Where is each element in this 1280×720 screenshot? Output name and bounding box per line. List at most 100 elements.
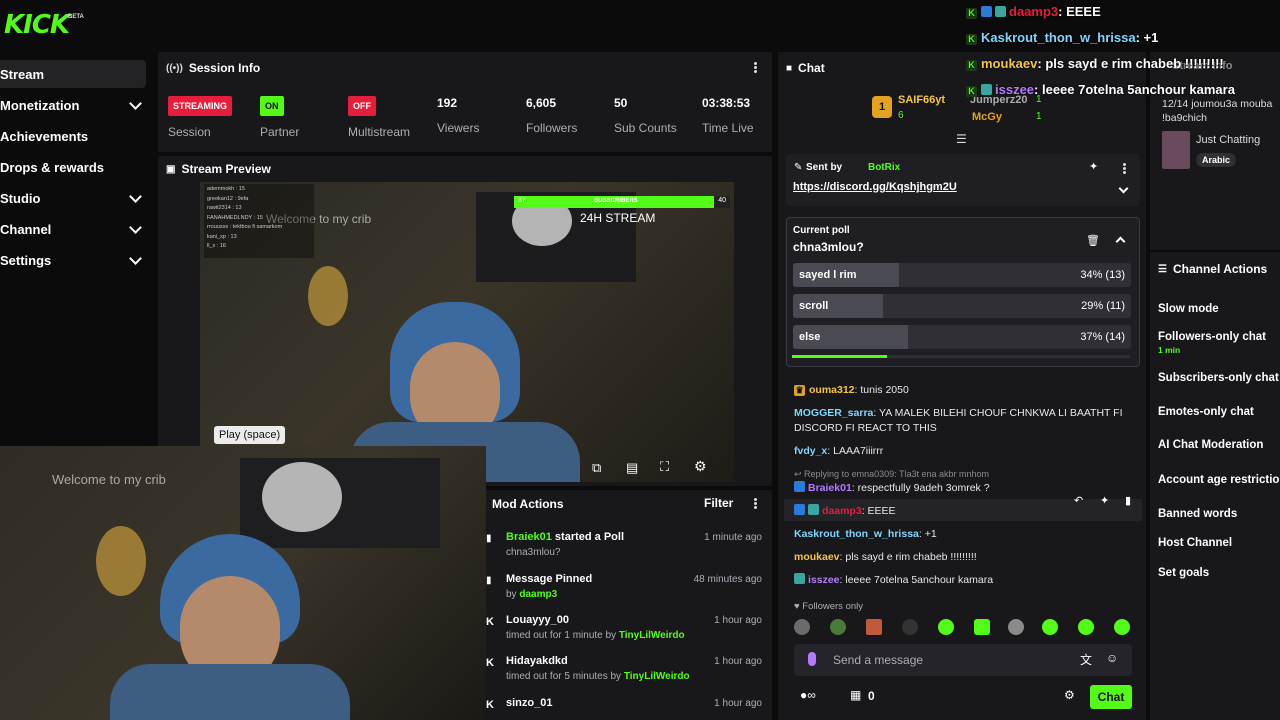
panel-title: Stream Preview (181, 162, 271, 176)
crown-badge-icon: ♛ (794, 385, 805, 396)
emote-icon[interactable] (902, 619, 918, 635)
category-name[interactable]: Just Chatting (1196, 134, 1260, 146)
pinned-user[interactable]: BotRix (868, 162, 900, 173)
account-age-restriction[interactable]: Account age restriction (1158, 474, 1280, 486)
leaderboard-user[interactable]: McGy (972, 111, 1002, 123)
pip-icon[interactable]: ⧉ (592, 460, 601, 476)
chat-input[interactable]: Send a message 文 ☺ (794, 644, 1132, 676)
emote-icon[interactable] (974, 619, 990, 635)
unpin-icon[interactable]: ✦ (1089, 160, 1098, 173)
chat-message[interactable]: isszee: leeee 7otelna 5anchour kamara (794, 573, 1139, 588)
emote-icon[interactable] (1114, 619, 1130, 635)
chat-message[interactable]: MOGGER_sarra: YA MALEK BILEHI CHOUF CHNK… (794, 406, 1139, 436)
emote-icon[interactable] (1078, 619, 1094, 635)
leaderboard-user[interactable]: SAIF66yt (898, 94, 945, 106)
chat-username[interactable]: isszee (808, 574, 840, 586)
emote-icon[interactable] (1008, 619, 1024, 635)
connections-icon[interactable]: ●∞ (800, 688, 816, 702)
stat-label: Sub Counts (614, 121, 677, 135)
mod-user[interactable]: daamp3 (519, 589, 557, 600)
mod-user[interactable]: TinyLilWeirdo (624, 671, 690, 682)
more-options-icon[interactable] (754, 62, 757, 73)
chevron-up-icon[interactable] (1115, 236, 1126, 247)
translate-icon[interactable]: 文 (1080, 651, 1092, 668)
emote-icon[interactable] (938, 619, 954, 635)
poll-timer-fill (792, 355, 887, 358)
trash-icon[interactable]: 🗑 (1086, 234, 1100, 247)
filter-button[interactable]: Filter (704, 496, 733, 510)
chat-username[interactable]: fvdy_x (794, 445, 827, 457)
chat-message[interactable]: fvdy_x: LAAA7iiirrr (794, 444, 1139, 459)
mod-action-text: sinzo_01 (506, 697, 553, 709)
emote-icon[interactable] (1042, 619, 1058, 635)
followers-only-label: Followers only (802, 601, 863, 612)
leaderboard-toggle-icon[interactable]: ☰ (956, 132, 967, 146)
sidebar-item-achievements[interactable]: Achievements (0, 122, 146, 150)
theater-icon[interactable]: ▤ (626, 460, 638, 476)
chat-username[interactable]: MOGGER_sarra (794, 407, 873, 419)
lamp-shape (96, 526, 146, 596)
panel-title: Chat (798, 61, 825, 75)
banned-words[interactable]: Banned words (1158, 508, 1237, 520)
sidebar-item-channel[interactable]: Channel (0, 215, 146, 243)
overlay-username: Kaskrout_thon_w_hrissa (981, 30, 1136, 45)
gear-icon[interactable]: ⚙ (694, 458, 707, 475)
slow-mode-toggle[interactable]: Slow mode (1158, 303, 1219, 315)
chat-username[interactable]: daamp3 (822, 505, 862, 517)
ai-moderation-toggle[interactable]: AI Chat Moderation (1158, 439, 1263, 451)
emote-icon[interactable] (830, 619, 846, 635)
emoji-icon[interactable]: ☺ (1106, 651, 1118, 665)
kick-badge-icon: K (966, 60, 977, 71)
chat-message[interactable]: daamp3: EEEE (794, 504, 1139, 519)
trash-icon[interactable]: ▮ (1125, 494, 1131, 507)
chat-message[interactable]: moukaev: pls sayd e rim chabeb !!!!!!!!! (794, 550, 1139, 565)
category-thumbnail[interactable] (1162, 131, 1190, 169)
pinned-link[interactable]: https://discord.gg/Kqshjhgm2U (793, 181, 957, 193)
poll-option[interactable]: sayed l rim 34% (13) (793, 263, 1131, 287)
chat-message[interactable]: ♛ ouma312: tunis 2050 (794, 383, 1139, 398)
emotes-only-toggle[interactable]: Emotes-only chat (1158, 406, 1254, 418)
mod-action-text: Hidayakdkd (506, 655, 568, 667)
emote-icon[interactable] (794, 619, 810, 635)
chat-message[interactable]: Braiek01: respectfully 9adeh 3omrek ? (794, 481, 1139, 496)
mod-user[interactable]: Braiek01 (506, 531, 552, 543)
poll-option[interactable]: scroll 29% (11) (793, 294, 1131, 318)
more-options-icon[interactable] (1123, 163, 1126, 174)
moderator-badge-icon (981, 6, 992, 17)
stat-label: Partner Income (260, 125, 300, 139)
poll-option-percent: 37% (14) (1080, 331, 1125, 343)
timestamp: 1 hour ago (714, 656, 762, 667)
stat-followers: 6,605 Followers (526, 96, 577, 135)
more-options-icon[interactable] (754, 498, 757, 509)
chat-username[interactable]: ouma312 (809, 384, 855, 396)
gear-icon[interactable]: ⚙ (1064, 688, 1075, 702)
chat-message[interactable]: Kaskrout_thon_w_hrissa: +1 (794, 527, 1139, 542)
pin-icon[interactable]: ✦ (1100, 494, 1109, 507)
emote-icon[interactable] (866, 619, 882, 635)
host-channel[interactable]: Host Channel (1158, 537, 1232, 549)
chat-username[interactable]: Braiek01 (808, 482, 852, 494)
subscribers-only-toggle[interactable]: Subscribers-only chat (1158, 372, 1279, 384)
chevron-down-icon[interactable] (1118, 183, 1129, 194)
reply-icon[interactable]: ↶ (1074, 494, 1083, 507)
sidebar-item-studio[interactable]: Studio (0, 184, 146, 212)
fullscreen-icon[interactable]: ⛶ (660, 459, 669, 475)
chat-username[interactable]: moukaev (794, 551, 840, 563)
tag-badge[interactable]: Arabic (1196, 153, 1237, 167)
chat-username[interactable]: Kaskrout_thon_w_hrissa (794, 528, 919, 540)
mod-user[interactable]: TinyLilWeirdo (619, 630, 685, 641)
sidebar-item-stream[interactable]: Stream (0, 60, 146, 88)
followers-only-toggle[interactable]: Followers-only chat (1158, 331, 1266, 343)
sidebar-item-settings[interactable]: Settings (0, 246, 146, 274)
welcome-sign-text: Welcome to my crib (52, 472, 166, 487)
set-goals[interactable]: Set goals (1158, 567, 1209, 579)
mini-chat-line: rawit2314 : 13 (207, 205, 242, 211)
poll-option[interactable]: else 37% (14) (793, 325, 1131, 349)
kick-logo[interactable]: KICK (4, 10, 70, 40)
sidebar-item-monetization[interactable]: Monetization (0, 91, 146, 119)
microphone-icon[interactable] (808, 652, 816, 666)
chat-header: ■ Chat (786, 61, 825, 75)
stream-video[interactable]: Welcome to my crib ademmokh : 15 greekan… (200, 182, 734, 482)
sidebar-item-drops[interactable]: Drops & rewards (0, 153, 146, 181)
send-chat-button[interactable]: Chat (1090, 685, 1132, 709)
